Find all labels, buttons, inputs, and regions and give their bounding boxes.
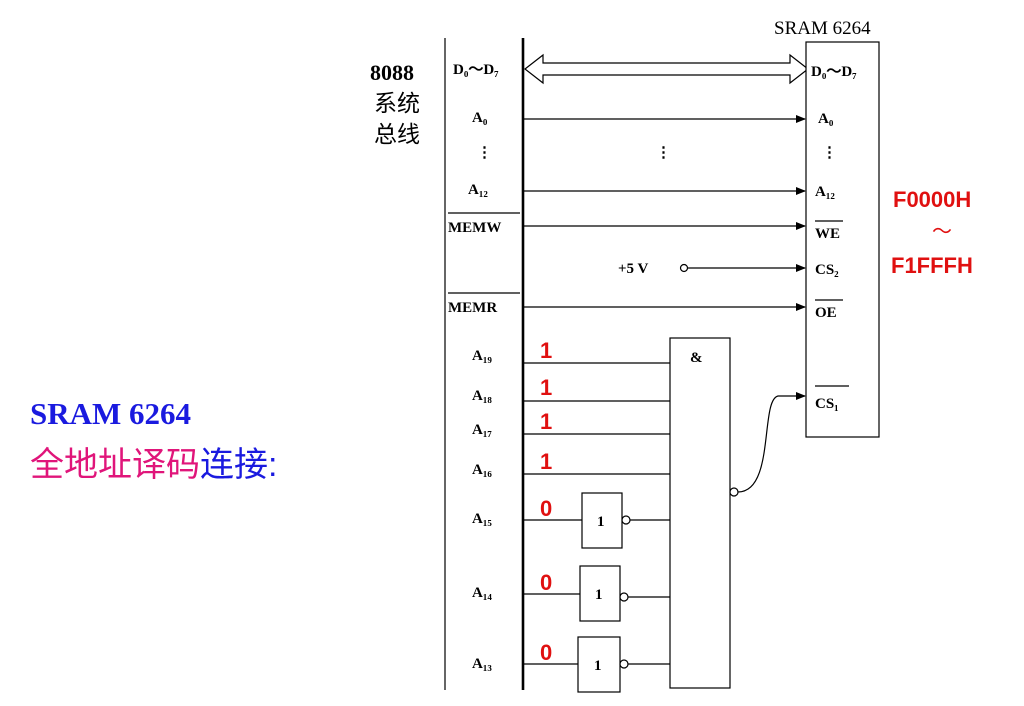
chip-pin-a12: A₁₂ bbox=[815, 184, 835, 200]
bus-cpu-label: 8088 bbox=[370, 60, 414, 85]
decoder-input-a18: A₁₈ 1 bbox=[472, 375, 670, 404]
bus-signal-memw: MEMW bbox=[448, 220, 501, 236]
chip-pin-cs2: CS₂ bbox=[815, 262, 839, 278]
middle-dots: ⋮ bbox=[656, 145, 671, 161]
bus-label-line2: 总线 bbox=[374, 121, 420, 147]
bus-label-line1: 系统 bbox=[374, 90, 420, 116]
heading-chip: SRAM 6264 bbox=[30, 396, 191, 431]
input-pin-label: A₁₅ bbox=[472, 511, 492, 527]
input-bit-value: 1 bbox=[540, 409, 552, 434]
chip-pin-we: WE bbox=[815, 226, 840, 242]
range-end: F1FFFH bbox=[891, 253, 973, 278]
decoder-input-a17: A₁₇ 1 bbox=[472, 409, 670, 438]
decoder-input-a15: A₁₅ 0 1 bbox=[472, 492, 670, 549]
bus-signal-a12: A₁₂ bbox=[468, 182, 488, 198]
input-bit-value: 0 bbox=[540, 640, 552, 665]
heading-description: 全地址译码连接: bbox=[30, 446, 277, 484]
chip-pin-d: D₀～D₇ bbox=[811, 64, 857, 80]
not-gate-bubble bbox=[619, 592, 629, 602]
not-gate-symbol: 1 bbox=[597, 514, 605, 530]
chip-pin-oe: OE bbox=[815, 305, 837, 321]
input-bit-value: 0 bbox=[540, 496, 552, 521]
decoder-input-a16: A₁₆ 1 bbox=[472, 449, 670, 478]
not-gate-bubble bbox=[621, 515, 631, 525]
and-gate-symbol: & bbox=[690, 350, 703, 366]
not-gate-symbol: 1 bbox=[595, 587, 603, 603]
chip-pin-cs1: CS₁ bbox=[815, 396, 839, 412]
bus-signal-dots: ⋮ bbox=[477, 145, 492, 161]
not-gate-bubble bbox=[619, 659, 629, 669]
wire-cs1 bbox=[737, 392, 806, 493]
input-pin-label: A₁₆ bbox=[472, 462, 492, 478]
input-bit-value: 1 bbox=[540, 338, 552, 363]
input-pin-label: A₁₄ bbox=[472, 585, 492, 601]
bus-signal-d: D₀～D₇ bbox=[453, 62, 499, 78]
not-gate-symbol: 1 bbox=[594, 658, 602, 674]
vcc-label: +5 V bbox=[618, 261, 649, 277]
bus-signal-memr: MEMR bbox=[448, 300, 497, 316]
input-pin-label: A₁₈ bbox=[472, 388, 492, 404]
and-gate bbox=[669, 337, 731, 689]
input-bit-value: 0 bbox=[540, 570, 552, 595]
sram-decoder-diagram: SRAM 6264 全地址译码连接: 8088 系统 总线 D₀～D₇ A₀ ⋮… bbox=[30, 18, 973, 693]
input-bit-value: 1 bbox=[540, 375, 552, 400]
input-pin-label: A₁₇ bbox=[472, 422, 492, 438]
data-bus-arrow bbox=[524, 53, 809, 85]
chip-title: SRAM 6264 bbox=[774, 18, 871, 39]
decoder-input-a13: A₁₃ 0 1 bbox=[472, 636, 670, 693]
vcc-terminal bbox=[679, 263, 689, 273]
input-pin-label: A₁₉ bbox=[472, 348, 492, 364]
heading-desc-pink: 全地址译码 bbox=[30, 446, 200, 484]
input-pin-label: A₁₃ bbox=[472, 656, 492, 672]
heading-desc-blue: 连接: bbox=[200, 446, 277, 484]
chip-pin-a0: A₀ bbox=[818, 111, 834, 127]
chip-pin-dots: ⋮ bbox=[822, 145, 837, 161]
input-bit-value: 1 bbox=[540, 449, 552, 474]
decoder-input-a14: A₁₄ 0 1 bbox=[472, 565, 670, 622]
bus-signal-a0: A₀ bbox=[472, 110, 488, 126]
range-start: F0000H bbox=[893, 187, 971, 212]
decoder-input-a19: A₁₉ 1 bbox=[472, 338, 670, 364]
and-gate-output-bubble bbox=[729, 487, 739, 497]
range-tilde: ～ bbox=[932, 221, 952, 243]
